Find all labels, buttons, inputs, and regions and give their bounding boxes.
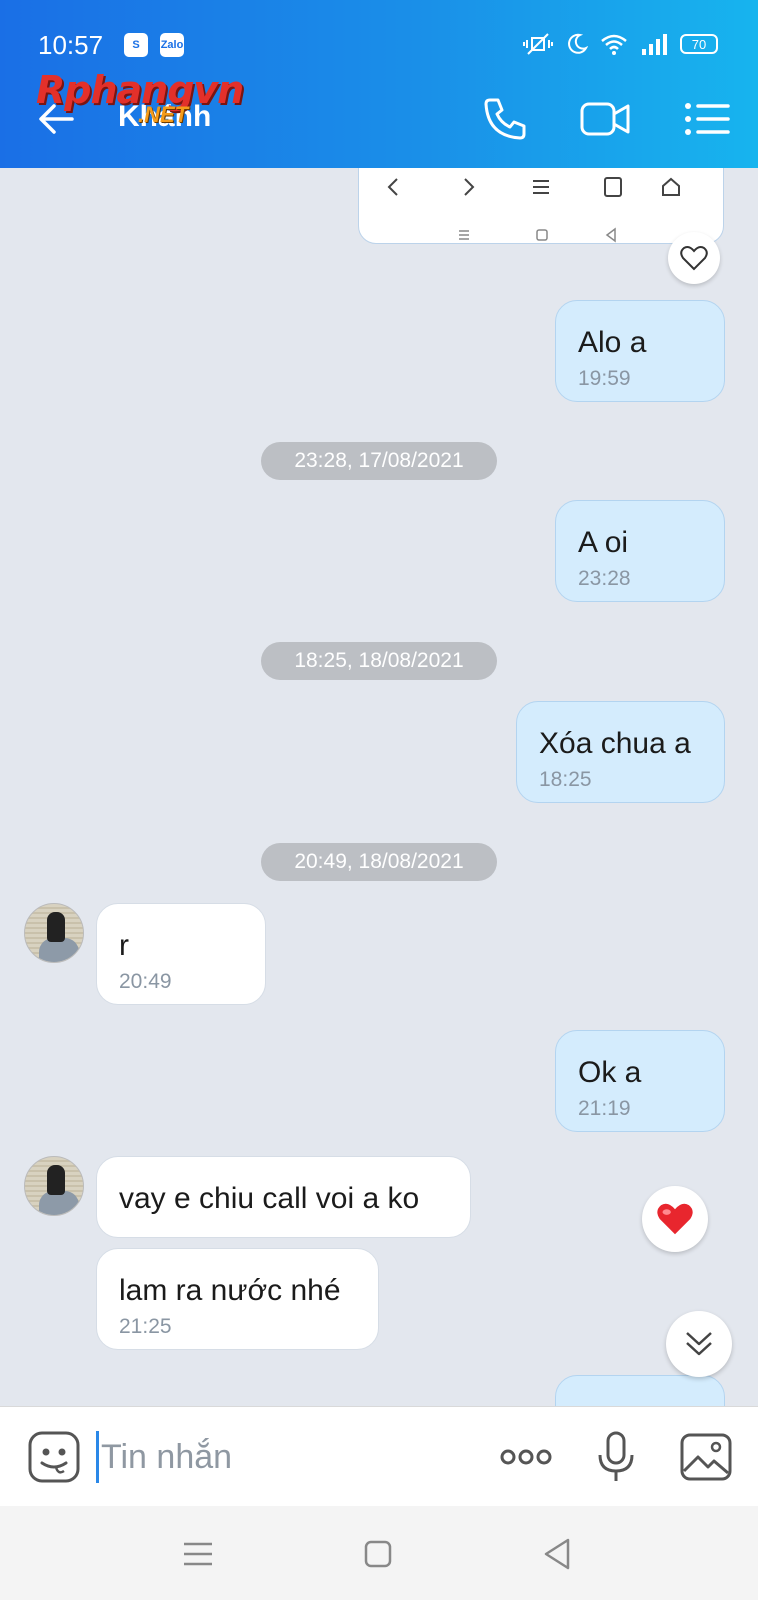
message-bubble-outgoing[interactable]: A oi 23:28 (555, 500, 725, 602)
image-gallery-icon[interactable] (676, 1427, 736, 1487)
contact-avatar[interactable] (24, 1156, 84, 1216)
moon-icon (568, 33, 588, 54)
top-bar: 10:57 S Zalo 70 Khánh Rphangvn .NET (0, 0, 758, 168)
message-text: Ok a (578, 1056, 642, 1089)
screenshot-nav-preview (387, 177, 680, 243)
status-icons: 70 (522, 32, 718, 56)
notification-icons: S Zalo (124, 33, 184, 57)
avatar-figure (47, 1165, 65, 1195)
vibrate-mute-icon (523, 33, 553, 55)
message-bubble-outgoing[interactable]: Alo a 19:59 (555, 300, 725, 402)
double-chevron-down-icon (686, 1332, 712, 1356)
message-text: A oi (578, 526, 629, 559)
message-time: 21:25 (119, 1315, 172, 1338)
message-bubble-incoming[interactable]: r 20:49 (96, 903, 266, 1005)
watermark-logo: Rphangvn .NET (36, 68, 244, 127)
system-navigation-bar (0, 1506, 758, 1600)
message-text: r (119, 929, 129, 962)
menu-list-icon[interactable] (680, 92, 734, 146)
scroll-to-bottom-button[interactable] (666, 1311, 732, 1377)
message-list[interactable]: Alo a 19:59 23:28, 17/08/2021 A oi 23:28… (0, 168, 758, 1406)
microphone-icon[interactable] (586, 1427, 646, 1487)
message-text: vay e chiu call voi a ko (119, 1182, 420, 1215)
phone-call-icon[interactable] (478, 92, 532, 146)
date-separator: 18:25, 18/08/2021 (261, 642, 497, 680)
react-heart-button[interactable] (668, 232, 720, 284)
signal-icon (642, 34, 667, 55)
message-input-bar (0, 1406, 758, 1506)
recent-apps-icon[interactable] (176, 1532, 220, 1576)
shopee-notification-icon: S (124, 33, 148, 57)
status-bar: 10:57 S Zalo 70 (0, 0, 758, 68)
status-time: 10:57 (38, 30, 104, 60)
date-separator: 23:28, 17/08/2021 (261, 442, 497, 480)
message-bubble-outgoing-partial[interactable] (555, 1375, 725, 1406)
message-bubble-incoming[interactable]: vay e chiu call voi a ko (96, 1156, 471, 1238)
message-text: lam ra nước nhé (119, 1274, 341, 1307)
zalo-notification-icon: Zalo (160, 33, 184, 57)
message-bubble-outgoing[interactable]: Xóa chua a 18:25 (516, 701, 725, 803)
message-time: 18:25 (539, 768, 592, 791)
sticker-emoji-icon[interactable] (24, 1427, 84, 1487)
date-separator: 20:49, 18/08/2021 (261, 843, 497, 881)
chat-header: Khánh Rphangvn .NET (0, 68, 758, 168)
message-bubble-incoming[interactable]: lam ra nước nhé 21:25 (96, 1248, 379, 1350)
heart-outline-icon (680, 246, 708, 271)
message-text: Alo a (578, 326, 647, 359)
wifi-icon (601, 34, 627, 55)
message-time: 19:59 (578, 367, 631, 390)
message-text: Xóa chua a (539, 727, 691, 760)
message-time: 21:19 (578, 1097, 631, 1120)
message-time: 20:49 (119, 970, 172, 993)
message-time: 23:28 (578, 567, 631, 590)
home-button-icon[interactable] (356, 1532, 400, 1576)
video-call-icon[interactable] (578, 92, 632, 146)
back-button-icon[interactable] (536, 1532, 580, 1576)
shared-image-card[interactable] (358, 168, 724, 244)
avatar-figure (47, 912, 65, 942)
message-bubble-outgoing[interactable]: Ok a 21:19 (555, 1030, 725, 1132)
more-options-icon[interactable] (496, 1427, 556, 1487)
react-heart-button[interactable] (642, 1186, 708, 1252)
heart-filled-icon (657, 1203, 693, 1235)
battery-icon: 70 (680, 34, 718, 54)
contact-avatar[interactable] (24, 903, 84, 963)
message-input[interactable] (96, 1431, 476, 1483)
watermark-suffix: .NET (138, 102, 189, 127)
